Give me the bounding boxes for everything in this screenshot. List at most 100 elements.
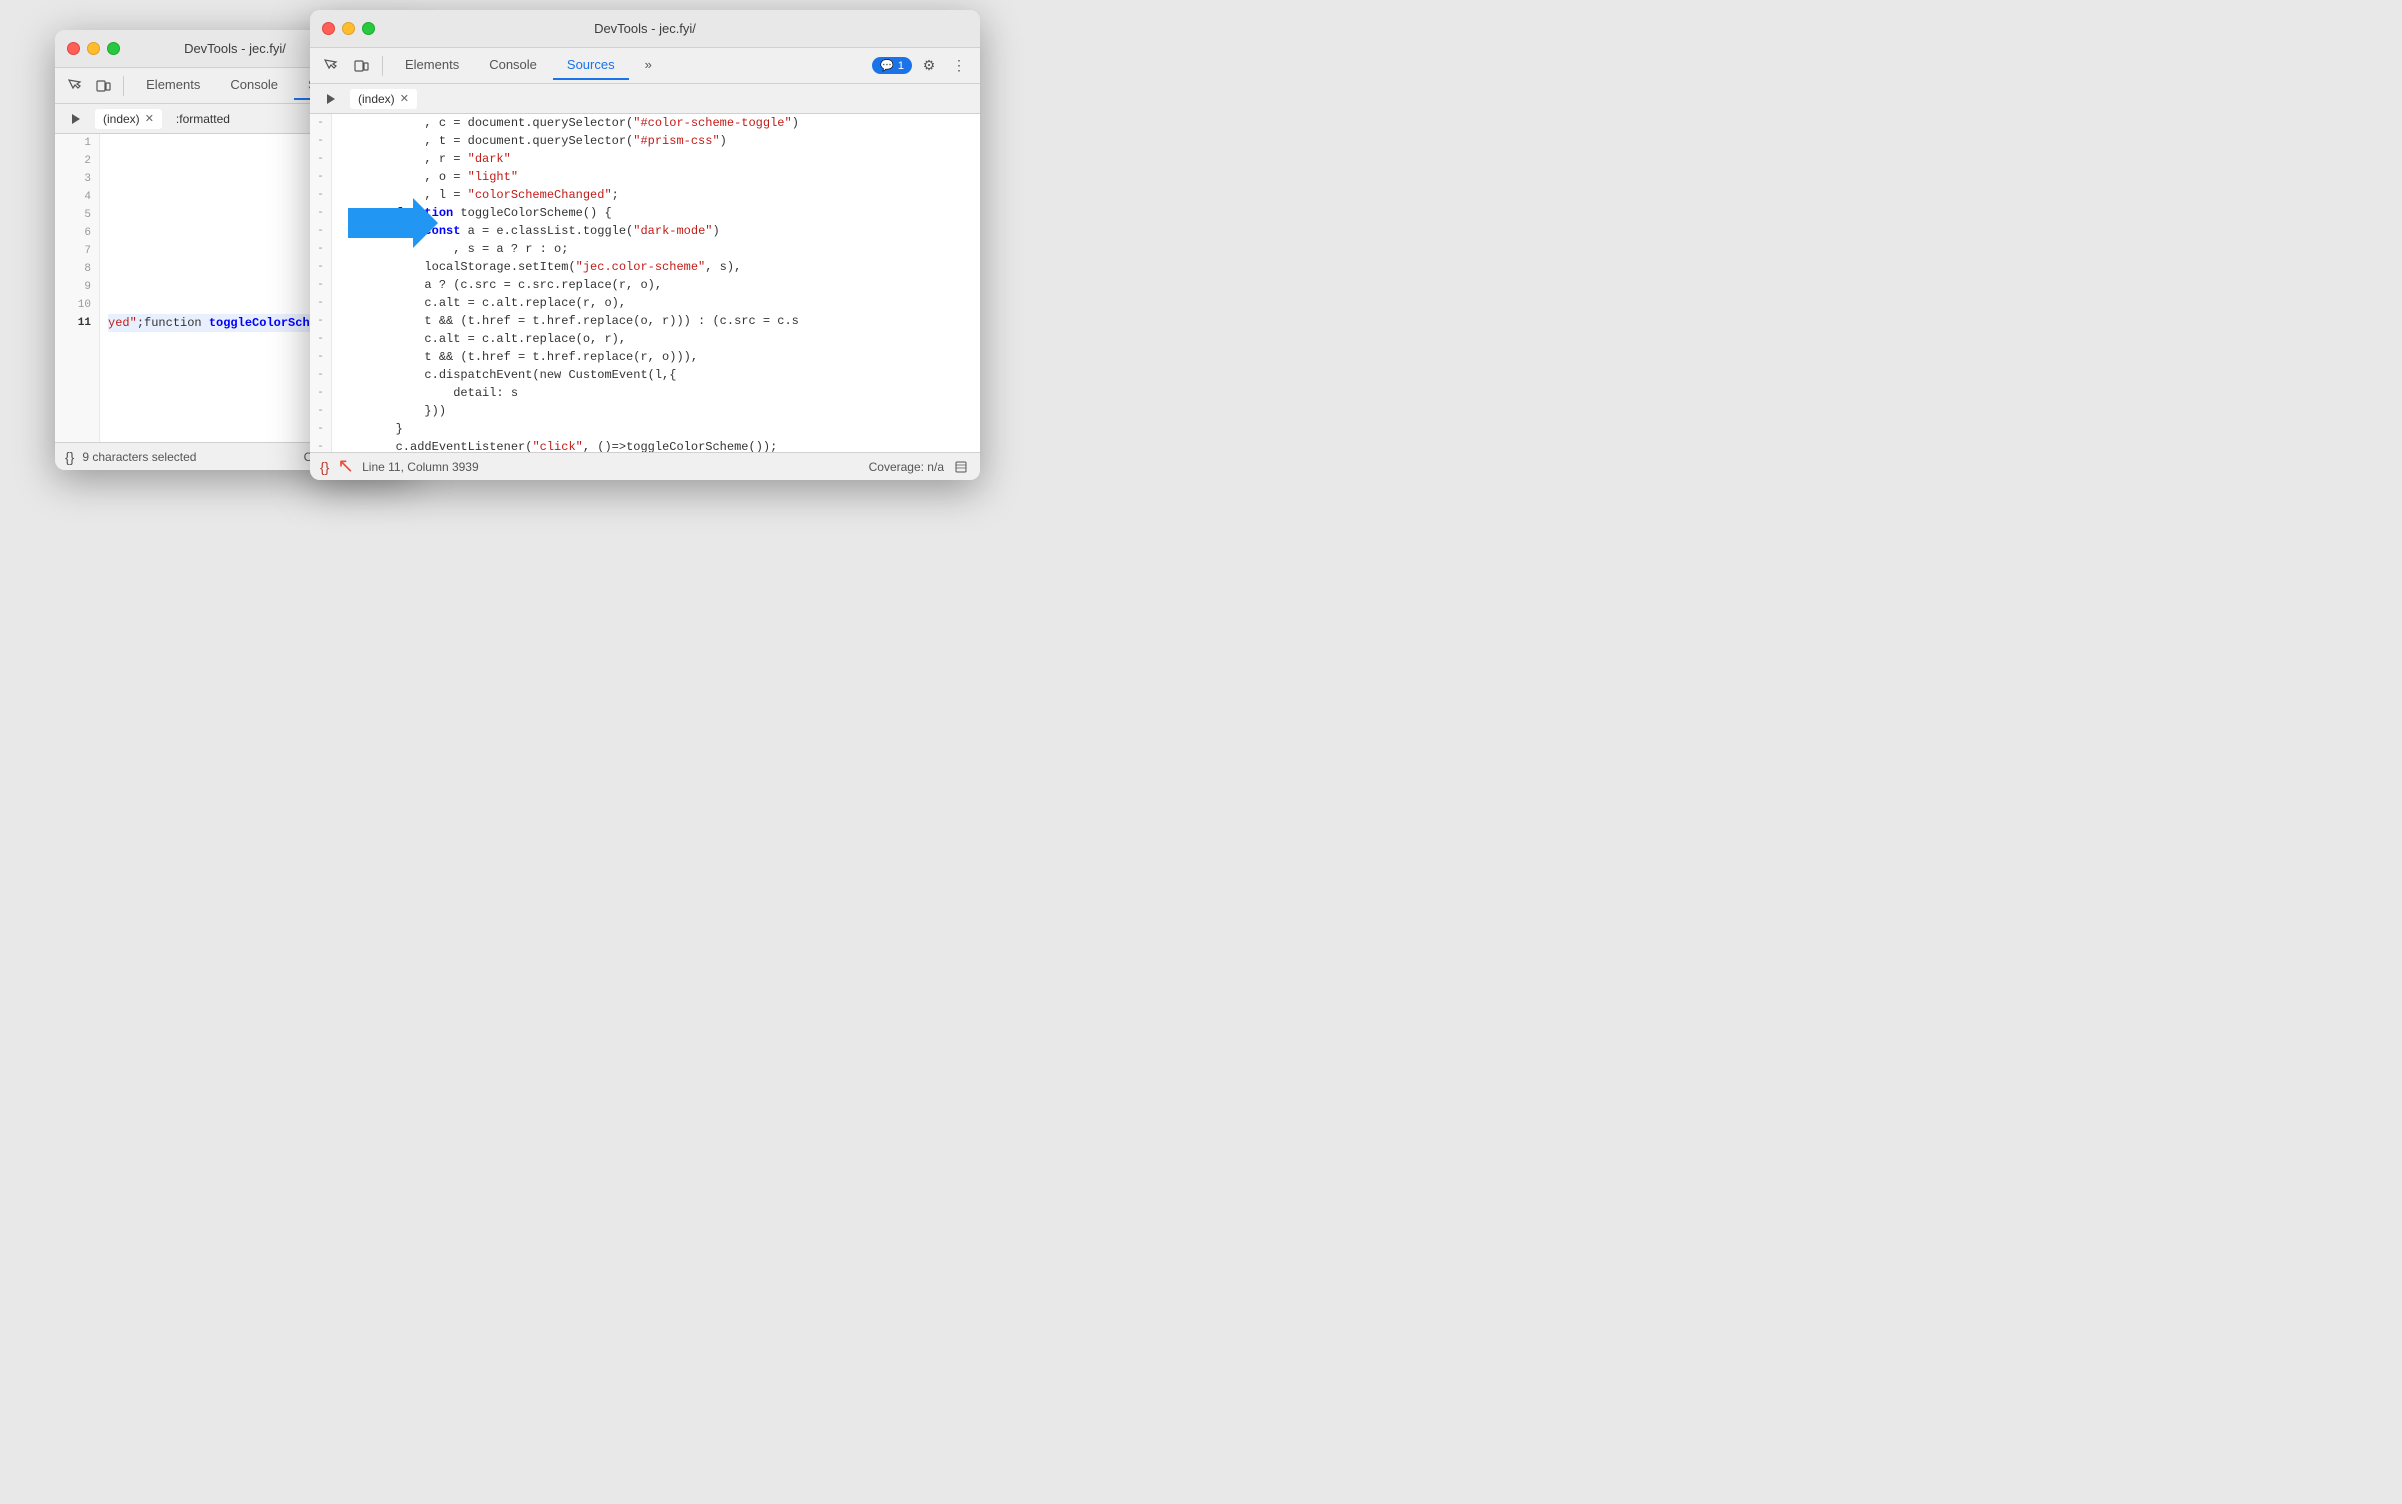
line-num-8: 8	[63, 260, 91, 278]
gutter-17: -	[310, 402, 331, 420]
tab-elements-right[interactable]: Elements	[391, 51, 473, 80]
tab-console-left[interactable]: Console	[216, 71, 292, 100]
toolbar-divider-left	[123, 76, 124, 96]
status-text-left: 9 characters selected	[82, 450, 196, 464]
code-line-r3: , r = "dark"	[338, 150, 974, 168]
device-icon-right[interactable]	[348, 53, 374, 79]
minimize-button-left[interactable]	[87, 42, 100, 55]
line-numbers-left: 1 2 3 4 5 6 7 8 9 10 11	[55, 134, 100, 442]
gutter-13: -	[310, 330, 331, 348]
tab-console-right[interactable]: Console	[475, 51, 551, 80]
gutter-8: -	[310, 240, 331, 258]
bottom-bar-right: {} ↙ Line 11, Column 3939 Coverage: n/a	[310, 452, 980, 480]
position-text-right: Line 11, Column 3939	[362, 460, 479, 474]
line-num-6: 6	[63, 224, 91, 242]
line-num-1: 1	[63, 134, 91, 152]
code-line-r9: localStorage.setItem("jec.color-scheme",…	[338, 258, 974, 276]
code-content-right[interactable]: , c = document.querySelector("#color-sch…	[332, 114, 980, 452]
gutter-9: -	[310, 258, 331, 276]
line-num-5: 5	[63, 206, 91, 224]
gutter-3: -	[310, 150, 331, 168]
coverage-right: Coverage: n/a	[869, 460, 944, 474]
inspect-icon-right[interactable]	[318, 53, 344, 79]
file-tab-close-left[interactable]: ✕	[145, 112, 154, 125]
sources-topbar-right: (index) ✕	[310, 84, 980, 114]
file-tab-index-label: (index)	[103, 112, 140, 126]
tab-sources-right[interactable]: Sources	[553, 51, 629, 80]
gutter-1: -	[310, 114, 331, 132]
blue-arrow-container	[348, 198, 428, 248]
gutter-15: -	[310, 366, 331, 384]
titlebar-right: DevTools - jec.fyi/	[310, 10, 980, 48]
toolbar-divider-right	[382, 56, 383, 76]
line-num-3: 3	[63, 170, 91, 188]
code-line-r19: c.addEventListener("click", ()=>toggleCo…	[338, 438, 974, 452]
settings-icon-right[interactable]: ⚙	[916, 53, 942, 79]
code-line-r18: }	[338, 420, 974, 438]
format-icon-right[interactable]: {}	[320, 459, 329, 475]
maximize-button-left[interactable]	[107, 42, 120, 55]
window-content-right: Elements Console Sources » 💬 1 ⚙ ⋮	[310, 48, 980, 480]
chat-badge[interactable]: 💬 1	[872, 57, 912, 74]
gutter-12: -	[310, 312, 331, 330]
traffic-lights-left[interactable]	[67, 42, 120, 55]
file-tab-index-label-right: (index)	[358, 92, 395, 106]
toolbar-right-icons: 💬 1 ⚙ ⋮	[872, 53, 972, 79]
red-arrow-indicator: ↙	[337, 454, 354, 479]
maximize-button-right[interactable]	[362, 22, 375, 35]
line-num-10: 10	[63, 296, 91, 314]
more-icon-right[interactable]: ⋮	[946, 53, 972, 79]
scroll-up-icon-right[interactable]	[952, 458, 970, 476]
file-tab-formatted-left[interactable]: :formatted	[168, 109, 238, 129]
line-num-11: 11	[63, 314, 91, 332]
window-title-left: DevTools - jec.fyi/	[184, 41, 286, 56]
code-line-r15: c.dispatchEvent(new CustomEvent(l,{	[338, 366, 974, 384]
chat-icon: 💬	[880, 59, 894, 72]
close-button-left[interactable]	[67, 42, 80, 55]
close-button-right[interactable]	[322, 22, 335, 35]
gutter-14: -	[310, 348, 331, 366]
play-icon-left[interactable]	[63, 106, 89, 132]
code-line-r14: t && (t.href = t.href.replace(r, o))),	[338, 348, 974, 366]
code-line-r17: }))	[338, 402, 974, 420]
tab-bar-right: Elements Console Sources »	[391, 51, 868, 80]
gutter-7: -	[310, 222, 331, 240]
format-icon-left[interactable]: {}	[65, 449, 74, 465]
gutter-2: -	[310, 132, 331, 150]
devtools-toolbar-right: Elements Console Sources » 💬 1 ⚙ ⋮	[310, 48, 980, 84]
gutter-16: -	[310, 384, 331, 402]
gutter-11: -	[310, 294, 331, 312]
minimize-button-right[interactable]	[342, 22, 355, 35]
diff-gutter: - - - - - - - - - - - - - - - - - - - -	[310, 114, 332, 452]
device-icon[interactable]	[91, 73, 115, 99]
code-editor-right: - - - - - - - - - - - - - - - - - - - -	[310, 114, 980, 452]
gutter-18: -	[310, 420, 331, 438]
code-line-r2: , t = document.querySelector("#prism-css…	[338, 132, 974, 150]
gutter-10: -	[310, 276, 331, 294]
gutter-19: -	[310, 438, 331, 452]
code-line-r11: c.alt = c.alt.replace(r, o),	[338, 294, 974, 312]
tab-more-right[interactable]: »	[631, 51, 666, 80]
play-icon-right[interactable]	[318, 86, 344, 112]
file-tab-close-right[interactable]: ✕	[400, 92, 409, 105]
blue-arrow-svg	[348, 198, 438, 248]
code-line-r4: , o = "light"	[338, 168, 974, 186]
gutter-6: -	[310, 204, 331, 222]
code-line-r13: c.alt = c.alt.replace(o, r),	[338, 330, 974, 348]
file-tab-index-right[interactable]: (index) ✕	[350, 89, 417, 109]
traffic-lights-right[interactable]	[322, 22, 375, 35]
file-tab-index-left[interactable]: (index) ✕	[95, 109, 162, 129]
tab-elements-left[interactable]: Elements	[132, 71, 214, 100]
file-tab-formatted-label: :formatted	[176, 112, 230, 126]
line-num-7: 7	[63, 242, 91, 260]
line-num-9: 9	[63, 278, 91, 296]
inspect-icon[interactable]	[63, 73, 87, 99]
gutter-5: -	[310, 186, 331, 204]
code-line-r12: t && (t.href = t.href.replace(o, r))) : …	[338, 312, 974, 330]
code-line-r1: , c = document.querySelector("#color-sch…	[338, 114, 974, 132]
line-num-4: 4	[63, 188, 91, 206]
line-num-2: 2	[63, 152, 91, 170]
gutter-4: -	[310, 168, 331, 186]
code-line-r10: a ? (c.src = c.src.replace(r, o),	[338, 276, 974, 294]
badge-count: 1	[898, 60, 904, 72]
